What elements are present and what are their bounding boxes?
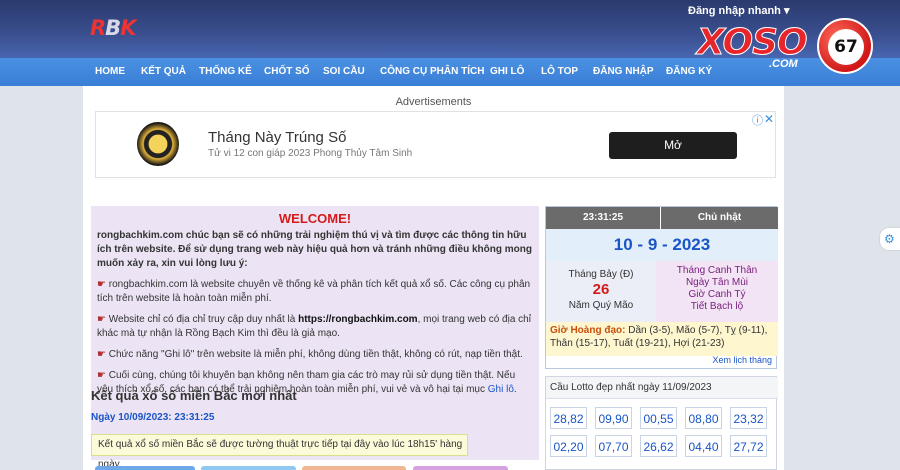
view-month-link[interactable]: Xem lịch tháng bbox=[712, 355, 772, 365]
hoang-dao-label: Giờ Hoàng đạo: bbox=[550, 325, 626, 336]
tab-strip-4[interactable] bbox=[413, 466, 508, 470]
xoso-number: 67 bbox=[828, 29, 864, 65]
lunar-year: Năm Quý Mão bbox=[568, 300, 634, 311]
nav-ket-qua[interactable]: KẾT QUẢ bbox=[141, 58, 186, 86]
ad-title[interactable]: Tháng Này Trúng Số bbox=[208, 129, 346, 146]
solar-date: 10 - 9 - 2023 bbox=[546, 229, 778, 261]
results-date[interactable]: Ngày 10/09/2023: 23:31:25 bbox=[91, 412, 214, 423]
solar-term: Tiết Bạch lộ bbox=[690, 301, 744, 312]
weekday: Chủ nhật bbox=[697, 212, 742, 223]
ad-info-icon[interactable]: ⓘ bbox=[752, 112, 763, 128]
official-url: https://rongbachkim.com bbox=[298, 314, 418, 325]
hoang-dao-hours: Giờ Hoàng đạo: Dần (3-5), Mão (5-7), Tỵ … bbox=[546, 322, 778, 356]
tab-strip-2[interactable] bbox=[201, 466, 296, 470]
nav-ghi-lo[interactable]: GHI LÔ bbox=[490, 58, 524, 86]
rbk-logo[interactable]: RBK bbox=[90, 16, 136, 40]
tab-strip-1[interactable] bbox=[95, 466, 195, 470]
results-notice: Kết quả xổ số miền Bắc sẽ được tường thu… bbox=[91, 434, 468, 470]
nav-lo-top[interactable]: LÔ TOP bbox=[541, 58, 578, 86]
pointer-icon: ☛ bbox=[97, 370, 106, 381]
can-chi-hour: Giờ Canh Tý bbox=[688, 289, 746, 300]
lotto-pair[interactable]: 28,82 bbox=[550, 407, 587, 429]
welcome-note-3: ☛ Chức năng "Ghi lô" trên website là miễ… bbox=[97, 349, 523, 360]
pointer-icon: ☛ bbox=[97, 314, 106, 325]
results-title: Kết quả xổ số miền Bắc mới nhất bbox=[91, 388, 297, 403]
lotto-box: Cầu Lotto đẹp nhất ngày 11/09/2023 28,82… bbox=[545, 376, 778, 470]
ghi-lo-link[interactable]: Ghi lô bbox=[488, 384, 514, 395]
quick-login-dropdown[interactable]: Đăng nhập nhanh ▾ bbox=[688, 4, 789, 17]
welcome-heading: WELCOME! bbox=[278, 211, 352, 226]
lotto-pair[interactable]: 07,70 bbox=[595, 435, 632, 457]
lotto-pair[interactable]: 08,80 bbox=[685, 407, 722, 429]
nav-thong-ke[interactable]: THỐNG KÊ bbox=[199, 58, 252, 86]
nav-chot-so[interactable]: CHỐT SỐ bbox=[264, 58, 310, 86]
calendar-widget: 23:31:25 Chủ nhật 10 - 9 - 2023 Tháng Bả… bbox=[545, 206, 778, 369]
ad-close-icon[interactable]: ✕ bbox=[764, 112, 774, 126]
ad-subtitle: Tử vi 12 con giáp 2023 Phong Thủy Tâm Si… bbox=[208, 148, 413, 159]
ad-open-button[interactable]: Mở bbox=[609, 132, 737, 159]
xoso-domain: .COM bbox=[769, 58, 798, 70]
nav-home[interactable]: HOME bbox=[95, 58, 125, 86]
lotto-title: Cầu Lotto đẹp nhất ngày 11/09/2023 bbox=[546, 377, 778, 399]
lotto-pair[interactable]: 09,90 bbox=[595, 407, 632, 429]
can-chi: Tháng Canh Thân Ngày Tân Mùi Giờ Canh Tý… bbox=[656, 261, 778, 322]
lunar-date: Tháng Bảy (Đ) 26 Năm Quý Mão bbox=[546, 261, 656, 322]
lotto-pair[interactable]: 27,72 bbox=[730, 435, 767, 457]
can-chi-month: Tháng Canh Thân bbox=[676, 265, 758, 276]
nav-cong-cu-phan-tich[interactable]: CÔNG CỤ PHÂN TÍCH bbox=[380, 58, 484, 86]
nav-soi-cau[interactable]: SOI CẦU bbox=[323, 58, 365, 86]
pointer-icon: ☛ bbox=[97, 349, 106, 360]
calendar-header: 23:31:25 Chủ nhật bbox=[546, 207, 778, 229]
side-widget-button[interactable]: ⚙ bbox=[879, 227, 900, 251]
lunar-month: Tháng Bảy (Đ) bbox=[568, 269, 634, 280]
lotto-pair[interactable]: 26,62 bbox=[640, 435, 677, 457]
pointer-icon: ☛ bbox=[97, 279, 106, 290]
zodiac-wheel-icon bbox=[137, 122, 179, 166]
main-content: Advertisements Tháng Này Trúng Số Tử vi … bbox=[83, 86, 784, 470]
settings-icon: ⚙ bbox=[884, 232, 895, 246]
ad-banner[interactable]: Tháng Này Trúng Số Tử vi 12 con giáp 202… bbox=[95, 111, 776, 178]
lotto-pair[interactable]: 23,32 bbox=[730, 407, 767, 429]
xoso-wordmark: XOSO bbox=[697, 22, 809, 64]
nav-dang-nhap[interactable]: ĐĂNG NHẬP bbox=[593, 58, 654, 86]
welcome-note-2: ☛ Website chỉ có địa chỉ truy cập duy nh… bbox=[97, 314, 531, 339]
welcome-note-1: ☛ rongbachkim.com là website chuyên về t… bbox=[97, 279, 531, 304]
welcome-intro: rongbachkim.com chúc bạn sẽ có những trả… bbox=[97, 230, 532, 269]
ads-label: Advertisements bbox=[395, 96, 472, 108]
logo-letter: B bbox=[105, 16, 121, 40]
lotto-pair[interactable]: 04,40 bbox=[685, 435, 722, 457]
current-time: 23:31:25 bbox=[546, 207, 661, 229]
tab-strip-3[interactable] bbox=[302, 466, 406, 470]
logo-letter: R bbox=[90, 16, 106, 40]
lunar-day: 26 bbox=[592, 281, 610, 298]
lotto-pair[interactable]: 00,55 bbox=[640, 407, 677, 429]
logo-letter: K bbox=[120, 16, 136, 40]
can-chi-day: Ngày Tân Mùi bbox=[685, 277, 749, 288]
lottery-ball-icon: 67 bbox=[817, 18, 873, 74]
lotto-pair[interactable]: 02,20 bbox=[550, 435, 587, 457]
